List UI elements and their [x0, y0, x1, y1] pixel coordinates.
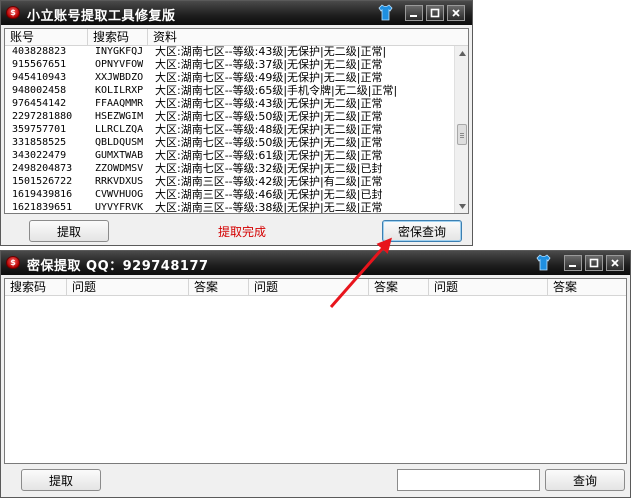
account-rows: 403828823 INYGKFQJ 大区:湖南七区--等级:43级|无保护|无二级…: [5, 45, 454, 214]
column-header-search-code[interactable]: 搜索码: [88, 29, 148, 46]
cell-search-code: RRKVDXUS: [95, 176, 144, 187]
cell-search-code: INYGKFQJ: [95, 46, 144, 57]
cell-account: 948002458: [12, 85, 67, 96]
maximize-button[interactable]: [585, 255, 603, 271]
status-text: 提取完成: [218, 225, 267, 239]
skin-shirt-icon[interactable]: [378, 4, 393, 21]
cell-search-code: HSEZWGIM: [95, 111, 144, 122]
security-extract-window: $ 密保提取 QQ：929748177 搜索码 问题 答案 问题 答案 问题 答…: [0, 250, 631, 498]
cell-account: 1621839651: [12, 202, 73, 213]
cell-info: 大区:湖南七区--等级:37级|无保护|无二级|正常: [155, 58, 383, 71]
cell-search-code: KOLILRXP: [95, 85, 144, 96]
account-list-header: 账号 搜索码 资料: [5, 29, 468, 46]
cell-search-code: FFAAQMMR: [95, 98, 144, 109]
column-header-search-code[interactable]: 搜索码: [5, 279, 67, 296]
cell-account: 976454142: [12, 98, 67, 109]
cell-account: 359757701: [12, 124, 67, 135]
close-button[interactable]: [447, 5, 465, 21]
cell-info: 大区:湖南七区--等级:61级|无保护|无二级|正常: [155, 149, 383, 162]
search-code-input[interactable]: [397, 469, 540, 491]
app-logo-icon: $: [6, 256, 20, 269]
column-header-question-1[interactable]: 问题: [67, 279, 189, 296]
cell-account: 1619439816: [12, 189, 73, 200]
cell-account: 2297281880: [12, 111, 73, 122]
column-header-answer-3[interactable]: 答案: [548, 279, 626, 296]
account-list-scrollbar[interactable]: [454, 46, 468, 213]
window1-title: 小立账号提取工具修复版: [27, 9, 176, 24]
minimize-button[interactable]: [405, 5, 423, 21]
cell-search-code: LLRCLZQA: [95, 124, 144, 135]
cell-info: 大区:湖南七区--等级:50级|无保护|无二级|正常: [155, 110, 383, 123]
scroll-down-arrow[interactable]: [456, 200, 468, 212]
cell-search-code: ZZOWDMSV: [95, 163, 144, 174]
scroll-up-icon: [458, 50, 466, 56]
scroll-down-icon: [458, 203, 466, 209]
column-header-answer-2[interactable]: 答案: [369, 279, 429, 296]
maximize-button[interactable]: [426, 5, 444, 21]
cell-account: 331858525: [12, 137, 67, 148]
minimize-button[interactable]: [564, 255, 582, 271]
cell-info: 大区:湖南三区--等级:42级|无保护|有二级|正常: [155, 175, 383, 188]
cell-search-code: CVWVHUOG: [95, 189, 144, 200]
extract-button-2[interactable]: 提取: [21, 469, 101, 491]
minimize-icon: [410, 15, 417, 17]
cell-account: 403828823: [12, 46, 67, 57]
cell-account: 915567651: [12, 59, 67, 70]
scroll-up-arrow[interactable]: [456, 47, 468, 59]
column-header-info[interactable]: 资料: [148, 29, 468, 46]
minimize-icon: [569, 265, 576, 267]
cell-account: 945410943: [12, 72, 67, 83]
cell-info: 大区:湖南七区--等级:43级|无保护|无二级|正常|: [155, 45, 387, 58]
cell-info: 大区:湖南七区--等级:48级|无保护|无二级|正常: [155, 123, 383, 136]
scroll-thumb[interactable]: [457, 124, 467, 145]
extract-button[interactable]: 提取: [29, 220, 109, 242]
skin-shirt-icon[interactable]: [536, 254, 551, 271]
close-icon: [452, 9, 460, 17]
cell-account: 1501526722: [12, 176, 73, 187]
cell-search-code: QBLDQUSM: [95, 137, 144, 148]
cell-account: 2498204873: [12, 163, 73, 174]
cell-info: 大区:湖南三区--等级:38级|无保护|无二级|正常: [155, 201, 383, 214]
security-list[interactable]: 搜索码 问题 答案 问题 答案 问题 答案: [4, 278, 627, 464]
account-list[interactable]: 账号 搜索码 资料 403828823 INYGKFQJ 大区:湖南七区--等级:4…: [4, 28, 469, 214]
close-button[interactable]: [606, 255, 624, 271]
column-header-account[interactable]: 账号: [5, 29, 88, 46]
column-header-question-2[interactable]: 问题: [249, 279, 369, 296]
window1-titlebar[interactable]: $ 小立账号提取工具修复版: [1, 1, 472, 25]
cell-account: 343022479: [12, 150, 67, 161]
account-extractor-window: $ 小立账号提取工具修复版 账号 搜索码 资料 403828823 INYGKFQ…: [0, 0, 473, 246]
security-list-header: 搜索码 问题 答案 问题 答案 问题 答案: [5, 279, 626, 296]
cell-search-code: UYVYFRVK: [95, 202, 144, 213]
column-header-question-3[interactable]: 问题: [429, 279, 548, 296]
close-icon: [611, 259, 619, 267]
table-row[interactable]: 1621839651 UYVYFRVK 大区:湖南三区--等级:38级|无保护|无二…: [5, 201, 454, 214]
cell-search-code: GUMXTWAB: [95, 150, 144, 161]
maximize-icon: [589, 258, 599, 268]
cell-info: 大区:湖南七区--等级:49级|无保护|无二级|正常: [155, 71, 383, 84]
window2-title: 密保提取 QQ：929748177: [27, 259, 209, 274]
cell-search-code: OPNYVFOW: [95, 59, 144, 70]
cell-info: 大区:湖南七区--等级:32级|无保护|无二级|已封: [155, 162, 383, 175]
maximize-icon: [430, 8, 440, 18]
cell-info: 大区:湖南七区--等级:65级|手机令牌|无二级|正常|: [155, 84, 398, 97]
window2-titlebar[interactable]: $ 密保提取 QQ：929748177: [1, 251, 630, 275]
cell-info: 大区:湖南七区--等级:43级|无保护|无二级|正常: [155, 97, 383, 110]
column-header-answer-1[interactable]: 答案: [189, 279, 249, 296]
query-button[interactable]: 查询: [545, 469, 625, 491]
cell-info: 大区:湖南七区--等级:50级|无保护|无二级|正常: [155, 136, 383, 149]
app-logo-icon: $: [6, 6, 20, 19]
cell-info: 大区:湖南三区--等级:46级|无保护|无二级|已封: [155, 188, 383, 201]
cell-search-code: XXJWBDZO: [95, 72, 144, 83]
security-query-button[interactable]: 密保查询: [382, 220, 462, 242]
